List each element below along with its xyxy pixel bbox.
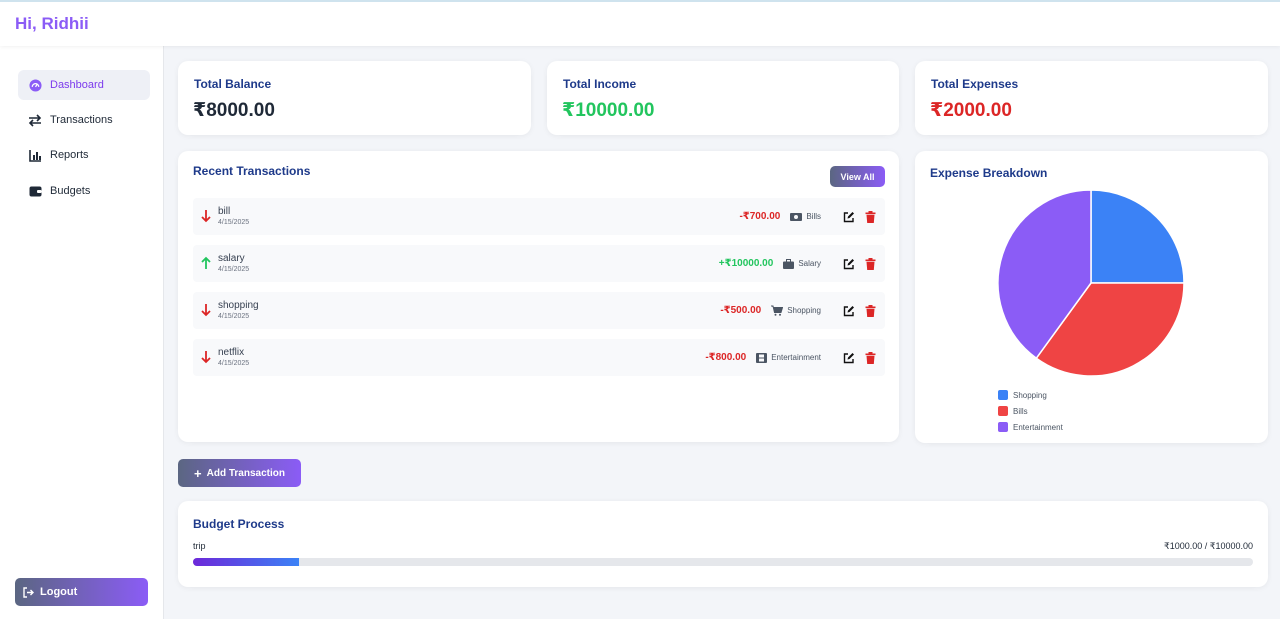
legend-item-bills: Bills [998, 403, 1063, 419]
category-label: Shopping [787, 306, 821, 315]
legend-label: Bills [1013, 406, 1028, 416]
wallet-icon [28, 184, 42, 198]
add-transaction-button[interactable]: + Add Transaction [178, 459, 301, 487]
expense-pie-chart [997, 189, 1185, 377]
exchange-arrows-icon [28, 113, 42, 127]
legend-swatch [998, 406, 1008, 416]
transaction-date: 4/15/2025 [218, 313, 250, 320]
top-bar: Hi, Ridhii [0, 0, 1280, 46]
total-income-value: ₹10000.00 [562, 100, 655, 121]
transaction-row: netflix 4/15/2025 -₹800.00 Entertainment [193, 339, 885, 376]
transaction-amount: -₹800.00 [705, 352, 747, 363]
dashboard-gauge-icon [28, 78, 42, 92]
total-balance-value: ₹8000.00 [193, 100, 275, 121]
briefcase-icon [783, 258, 795, 269]
add-transaction-label: Add Transaction [206, 467, 285, 479]
delete-icon[interactable] [865, 351, 877, 364]
section-title: Budget Process [193, 517, 285, 531]
arrow-down-icon [200, 208, 212, 224]
budget-amount: ₹1000.00 / ₹10000.00 [1163, 541, 1253, 551]
transaction-row: salary 4/15/2025 +₹10000.00 Salary [193, 245, 885, 282]
transaction-date: 4/15/2025 [218, 219, 250, 226]
pie-slice-shopping[interactable] [1090, 189, 1185, 284]
sidebar-item-label: Transactions [50, 114, 113, 126]
sidebar-item-label: Reports [50, 149, 89, 161]
category-label: Bills [806, 212, 821, 221]
sidebar-item-reports[interactable]: Reports [18, 140, 150, 170]
expense-breakdown-card: Expense Breakdown Shopping Bills Enterta… [915, 151, 1268, 443]
transaction-name: shopping [218, 300, 259, 311]
arrow-down-icon [200, 302, 212, 318]
transaction-row: shopping 4/15/2025 -₹500.00 Shopping [193, 292, 885, 329]
legend-label: Entertainment [1013, 422, 1063, 432]
transaction-amount: +₹10000.00 [718, 258, 774, 269]
sidebar-item-label: Budgets [50, 185, 91, 197]
recent-transactions-card: Recent Transactions View All bill 4/15/2… [178, 151, 899, 442]
cart-icon [771, 305, 784, 316]
transaction-amount: -₹500.00 [720, 305, 762, 316]
legend-label: Shopping [1013, 390, 1047, 400]
transaction-name: netflix [218, 347, 245, 358]
transaction-category: Salary [783, 258, 821, 269]
chart-icon [28, 148, 42, 162]
sidebar-item-dashboard[interactable]: Dashboard [18, 70, 150, 100]
logout-button[interactable]: Logout [15, 578, 148, 606]
edit-icon[interactable] [843, 305, 855, 317]
transaction-category: Shopping [771, 305, 821, 316]
transaction-date: 4/15/2025 [218, 360, 250, 367]
transaction-category: Bills [790, 212, 821, 221]
legend-swatch [998, 422, 1008, 432]
legend-item-entertainment: Entertainment [998, 419, 1063, 435]
greeting: Hi, Ridhii [15, 14, 89, 33]
transaction-row: bill 4/15/2025 -₹700.00 Bills [193, 198, 885, 235]
sidebar-item-label: Dashboard [50, 79, 104, 91]
chart-legend: Shopping Bills Entertainment [998, 387, 1063, 435]
film-icon [756, 352, 768, 363]
stat-title: Total Expenses [931, 77, 1019, 91]
money-icon [790, 212, 803, 221]
transaction-amount: -₹700.00 [739, 211, 781, 222]
total-balance-card: Total Balance ₹8000.00 [178, 61, 531, 135]
budget-progress-bar [193, 558, 1253, 566]
transaction-name: salary [218, 253, 245, 264]
budget-progress-fill [193, 558, 299, 566]
total-expenses-value: ₹2000.00 [930, 100, 1012, 121]
delete-icon[interactable] [865, 304, 877, 317]
arrow-up-icon [200, 255, 212, 271]
arrow-down-icon [200, 349, 212, 365]
delete-icon[interactable] [865, 210, 877, 223]
legend-item-shopping: Shopping [998, 387, 1063, 403]
logout-icon [23, 586, 34, 598]
logout-label: Logout [40, 586, 78, 598]
legend-swatch [998, 390, 1008, 400]
transaction-category: Entertainment [756, 352, 821, 363]
transaction-name: bill [218, 206, 231, 217]
sidebar-item-transactions[interactable]: Transactions [18, 105, 150, 135]
plus-icon: + [194, 465, 202, 481]
sidebar: Dashboard Transactions Reports Budgets L… [0, 46, 164, 619]
stat-title: Total Income [563, 77, 637, 91]
transaction-date: 4/15/2025 [218, 266, 250, 273]
edit-icon[interactable] [843, 352, 855, 364]
sidebar-item-budgets[interactable]: Budgets [18, 176, 150, 206]
edit-icon[interactable] [843, 258, 855, 270]
edit-icon[interactable] [843, 211, 855, 223]
view-all-button[interactable]: View All [830, 166, 885, 187]
total-income-card: Total Income ₹10000.00 [547, 61, 899, 135]
delete-icon[interactable] [865, 257, 877, 270]
category-label: Salary [798, 259, 821, 268]
total-expenses-card: Total Expenses ₹2000.00 [915, 61, 1268, 135]
stat-title: Total Balance [194, 77, 272, 91]
budget-process-card: Budget Process trip ₹1000.00 / ₹10000.00 [178, 501, 1268, 587]
section-title: Recent Transactions [193, 164, 311, 178]
budget-label: trip [193, 541, 206, 551]
category-label: Entertainment [771, 353, 821, 362]
